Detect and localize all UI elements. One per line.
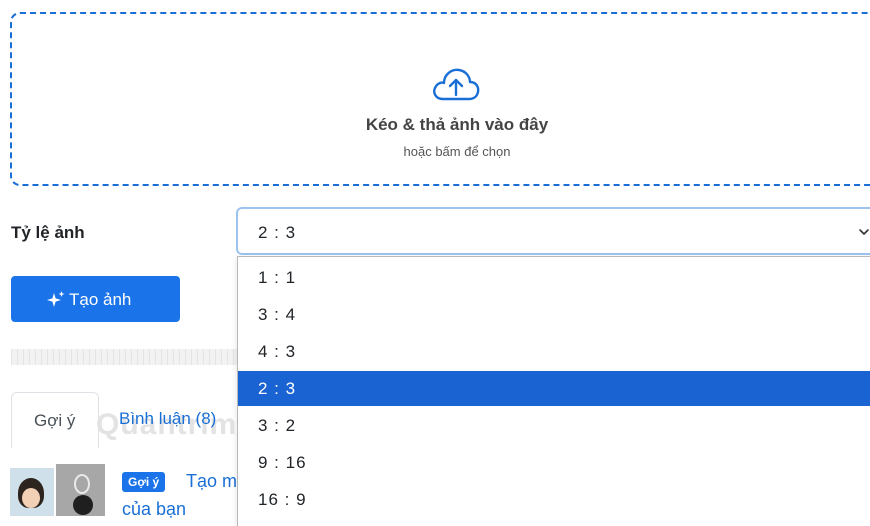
dropzone-title: Kéo & thả ảnh vào đây [365, 115, 549, 134]
sparkles-icon [47, 291, 65, 307]
suggestion-thumbnail[interactable] [10, 468, 54, 516]
suggestion-title-continued[interactable]: của bạn [122, 499, 186, 520]
image-dropzone[interactable]: Kéo & thả ảnh vào đây hoặc bấm để chọn [10, 12, 870, 186]
ratio-option[interactable]: 4 : 3 [238, 334, 870, 369]
ratio-option[interactable]: 1 : 1 [238, 260, 870, 295]
ratio-option[interactable]: 3 : 2 [238, 408, 870, 443]
ratio-option[interactable]: 9 : 16 [238, 445, 870, 480]
ratio-label: Tỷ lệ ảnh [11, 223, 85, 242]
create-image-label: Tạo ảnh [69, 290, 132, 309]
suggestion-thumbnail[interactable] [56, 464, 105, 516]
suggestion-title[interactable]: Tạo m [186, 471, 237, 492]
chevron-down-icon [859, 229, 869, 235]
ratio-dropdown-menu: 1 : 1 3 : 4 4 : 3 2 : 3 3 : 2 9 : 16 16 … [237, 256, 870, 526]
cloud-upload-icon [433, 68, 480, 101]
tab-suggestions-label: Gợi ý [34, 411, 76, 430]
ratio-option[interactable]: 16 : 9 [238, 482, 870, 517]
create-image-button[interactable]: Tạo ảnh [11, 276, 180, 322]
ratio-option-selected[interactable]: 2 : 3 [238, 371, 870, 406]
tab-comments[interactable]: Bình luận (8) [119, 409, 216, 429]
tab-suggestions[interactable]: Gợi ý [11, 392, 99, 448]
ratio-select[interactable]: 2 : 3 [236, 207, 870, 255]
thumbnail-strip [11, 349, 239, 365]
ratio-select-value: 2 : 3 [258, 223, 297, 242]
ratio-option[interactable]: 3 : 4 [238, 297, 870, 332]
dropzone-subtitle: hoặc bấm để chọn [403, 144, 511, 159]
suggestion-badge: Gợi ý [122, 472, 166, 492]
